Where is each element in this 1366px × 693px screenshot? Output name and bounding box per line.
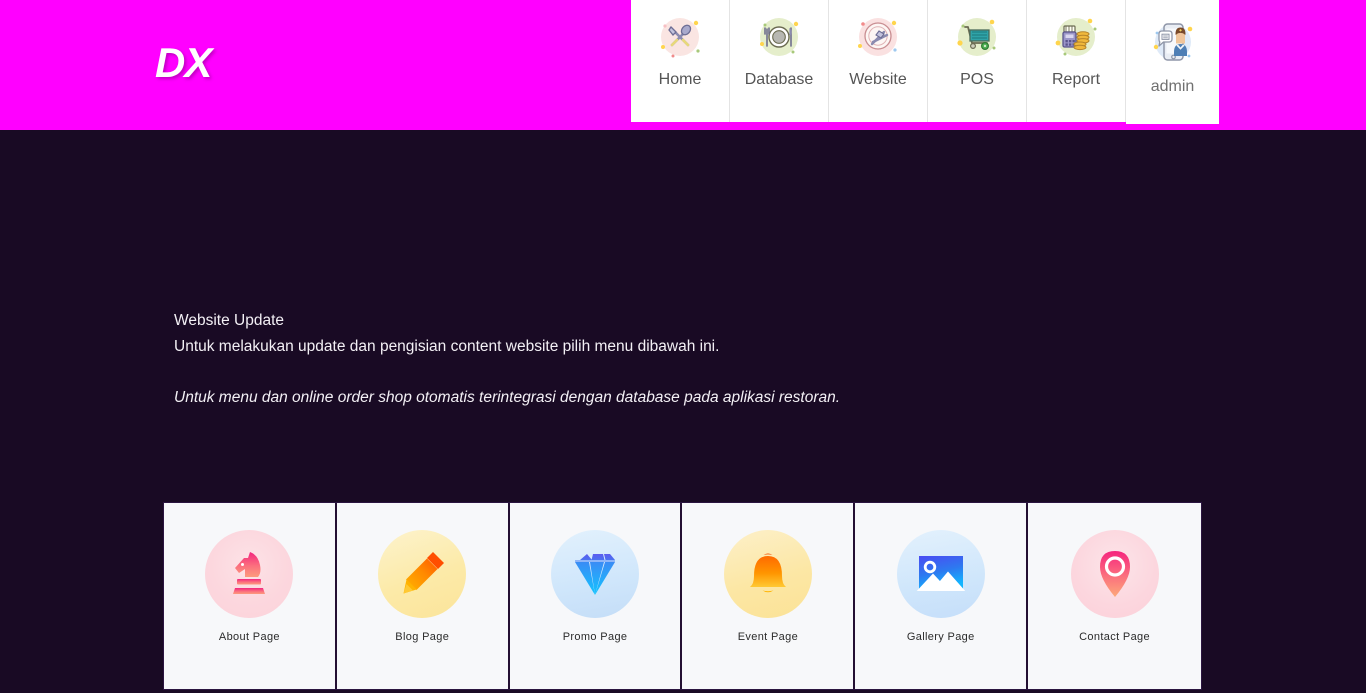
shopping-cart-icon	[950, 10, 1004, 64]
card-promo-page[interactable]: Promo Page	[509, 503, 683, 689]
image-photo-icon	[896, 530, 985, 618]
app-logo[interactable]: DX	[155, 42, 212, 84]
card-blog-page[interactable]: Blog Page	[336, 503, 510, 689]
nav-label: Report	[1051, 71, 1101, 88]
card-gallery-page[interactable]: Gallery Page	[855, 503, 1029, 689]
mobile-user-chat-icon	[1146, 16, 1200, 70]
main-navigation: Home Database Website POS Report admin	[631, 0, 1219, 124]
nav-label: Database	[744, 71, 814, 88]
plate-utensils-icon	[851, 10, 905, 64]
nav-label: Website	[849, 71, 907, 88]
nav-label: POS	[960, 71, 994, 88]
card-contact-page[interactable]: Contact Page	[1028, 503, 1201, 689]
nav-label: Home	[658, 71, 702, 88]
app-header: DX Home Database Website POS Report admi…	[0, 0, 1366, 130]
nav-item-website[interactable]: Website	[829, 0, 928, 122]
page-description: Untuk melakukan update dan pengisian con…	[174, 338, 720, 355]
card-label: Gallery Page	[906, 631, 975, 643]
intro-block: Website Update Untuk melakukan update da…	[174, 308, 719, 360]
page-note: Untuk menu dan online order shop otomati…	[174, 389, 841, 406]
page-title: Website Update	[174, 312, 284, 329]
page-card-grid: About Page Blog Page Promo Page Event Pa…	[163, 502, 1202, 690]
diamond-icon	[551, 530, 640, 618]
map-pin-icon	[1070, 530, 1159, 618]
nav-item-report[interactable]: Report	[1027, 0, 1126, 122]
bell-icon	[723, 530, 812, 618]
chess-knight-icon	[205, 530, 294, 618]
card-event-page[interactable]: Event Page	[682, 503, 856, 689]
card-about-page[interactable]: About Page	[164, 503, 337, 689]
plate-cutlery-icon	[752, 10, 806, 64]
card-label: Event Page	[737, 631, 799, 643]
card-label: Contact Page	[1079, 631, 1150, 643]
card-label: About Page	[218, 631, 280, 643]
cutlery-crossed-icon	[653, 10, 707, 64]
nav-item-admin-user[interactable]: admin	[1126, 0, 1219, 124]
nav-label: admin	[1150, 78, 1195, 95]
nav-item-home[interactable]: Home	[631, 0, 730, 122]
nav-item-pos[interactable]: POS	[928, 0, 1027, 122]
card-label: Promo Page	[562, 631, 628, 643]
nav-item-database[interactable]: Database	[730, 0, 829, 122]
pencil-icon	[378, 530, 467, 618]
cash-register-coins-icon	[1049, 10, 1103, 64]
card-label: Blog Page	[395, 631, 450, 643]
main-content: Website Update Untuk melakukan update da…	[0, 130, 1366, 693]
